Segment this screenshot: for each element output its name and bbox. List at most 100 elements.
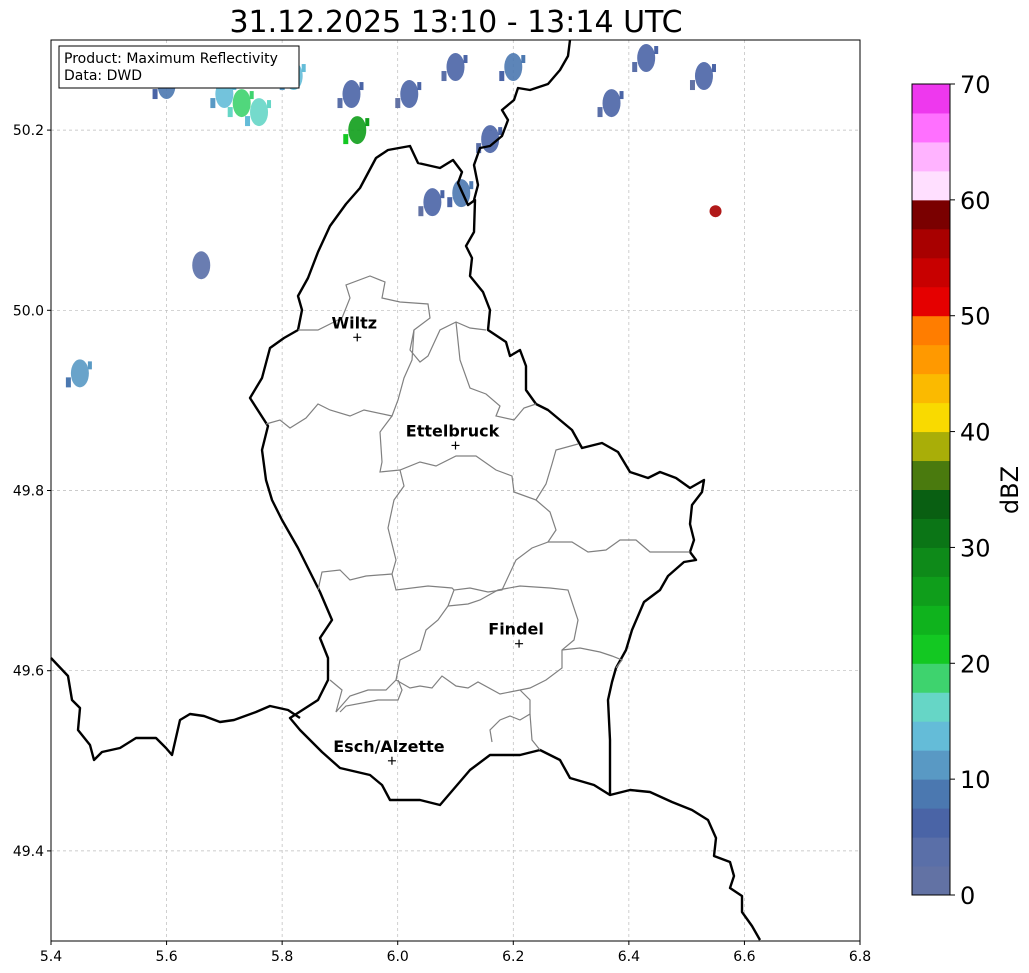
radar-echo-pixel: [499, 71, 505, 82]
radar-echo-cell: [70, 359, 89, 388]
colorbar-segment: [912, 315, 950, 346]
radar-echo-cell: [192, 251, 211, 280]
radar-echo-pixel: [417, 82, 422, 91]
radar-echo-pixel: [441, 71, 447, 82]
x-tick-label: 6.8: [849, 949, 871, 965]
y-tick-label: 49.6: [13, 664, 44, 680]
radar-map-figure: 31.12.2025 13:10 - 13:14 UTC Wiltz Ettelb…: [13, 5, 1024, 965]
colorbar-segment: [912, 547, 950, 577]
radar-echo-pixel: [87, 361, 92, 370]
colorbar-segment: [912, 402, 950, 433]
radar-echo-cell: [709, 205, 722, 218]
colorbar-segment: [912, 460, 950, 490]
city-label: Wiltz: [331, 313, 377, 332]
radar-echo-pixel: [463, 55, 468, 64]
colorbar-tick-label: 70: [960, 71, 991, 99]
radar-echo-pixel: [365, 118, 370, 127]
colorbar-segment: [912, 750, 950, 780]
colorbar-segment: [912, 721, 950, 751]
colorbar-segment: [912, 866, 950, 896]
colorbar-segment: [912, 431, 950, 462]
radar-echo-cell: [400, 80, 419, 109]
colorbar-segment: [912, 373, 950, 404]
radar-echo-pixel: [632, 62, 638, 73]
colorbar: 0 10 20 30 40 50 60 70: [911, 71, 991, 910]
y-tick-label: 49.8: [13, 484, 44, 500]
city-label: Ettelbruck: [406, 421, 500, 440]
colorbar-segment: [912, 779, 950, 809]
colorbar-segment: [912, 170, 950, 201]
colorbar-segment: [912, 489, 950, 519]
radar-echo-pixel: [711, 64, 716, 73]
radar-echo-cell: [348, 116, 367, 145]
colorbar-tick-label: 0: [960, 882, 975, 910]
colorbar-tick-label: 10: [960, 766, 991, 794]
colorbar-segment: [912, 112, 950, 143]
x-tick-label: 5.6: [155, 949, 177, 965]
colorbar-segment: [912, 808, 950, 838]
x-axis-ticks: 5.4 5.6 5.8 6.0 6.2 6.4 6.6 6.8: [40, 941, 871, 965]
radar-echo-pixel: [65, 377, 71, 388]
radar-echo-pixel: [689, 80, 695, 91]
radar-echo-cell: [423, 188, 442, 217]
radar-echo-pixel: [359, 82, 364, 91]
figure-title: 31.12.2025 13:10 - 13:14 UTC: [229, 5, 682, 40]
y-tick-label: 50.0: [13, 303, 44, 319]
colorbar-tick-label: 20: [960, 650, 991, 678]
radar-echo-cell: [232, 89, 251, 118]
radar-echo-pixel: [447, 197, 453, 208]
x-tick-label: 5.8: [271, 949, 293, 965]
radar-echo-pixel: [152, 89, 158, 100]
radar-echo-cell: [342, 80, 361, 109]
radar-echo-pixel: [343, 134, 349, 145]
colorbar-segment: [912, 605, 950, 635]
y-axis-ticks: 50.2 50.0 49.8 49.6 49.4: [13, 123, 51, 860]
radar-echo-pixel: [210, 98, 216, 109]
colorbar-tick-label: 60: [960, 187, 991, 215]
radar-echo-pixel: [249, 91, 254, 100]
x-tick-label: 6.6: [733, 949, 755, 965]
radar-echo-pixel: [301, 64, 306, 73]
colorbar-segment: [912, 634, 950, 664]
colorbar-segment: [912, 257, 950, 288]
radar-echo-pixel: [521, 55, 526, 64]
x-tick-label: 6.4: [618, 949, 640, 965]
info-data-source: Data: DWD: [64, 68, 142, 84]
info-product: Product: Maximum Reflectivity: [64, 51, 278, 67]
city-label: Findel: [488, 620, 544, 639]
x-tick-label: 6.0: [387, 949, 409, 965]
colorbar-tick-label: 50: [960, 303, 991, 331]
radar-echo-pixel: [469, 181, 474, 190]
colorbar-segment: [912, 84, 950, 114]
colorbar-segment: [912, 576, 950, 606]
radar-echo-pixel: [597, 107, 603, 118]
colorbar-segment: [912, 692, 950, 722]
radar-echo-pixel: [245, 116, 251, 127]
info-box: Product: Maximum Reflectivity Data: DWD: [58, 45, 300, 89]
colorbar-segment: [912, 344, 950, 375]
colorbar-label: dBZ: [996, 466, 1024, 514]
radar-echo-pixel: [654, 46, 659, 55]
radar-echo-pixel: [227, 107, 233, 118]
radar-echo-pixel: [619, 91, 624, 100]
colorbar-tick-label: 30: [960, 534, 991, 562]
radar-echo-pixel: [440, 190, 445, 199]
radar-echo-cell: [694, 62, 713, 91]
colorbar-segment: [912, 837, 950, 867]
radar-echo-cell: [250, 98, 269, 127]
radar-echo-pixel: [418, 206, 424, 217]
colorbar-segment: [912, 518, 950, 548]
radar-echo-cell: [602, 89, 621, 118]
radar-echo-pixel: [395, 98, 401, 109]
colorbar-tick-label: 40: [960, 419, 991, 447]
city-label: Esch/Alzette: [333, 737, 445, 756]
colorbar-segment: [912, 663, 950, 693]
x-tick-label: 6.2: [502, 949, 524, 965]
y-tick-label: 50.2: [13, 123, 44, 139]
y-tick-label: 49.4: [13, 844, 44, 860]
x-tick-label: 5.4: [40, 949, 62, 965]
colorbar-segment: [912, 228, 950, 259]
radar-echo-cell: [446, 53, 465, 82]
colorbar-segment: [912, 141, 950, 172]
radar-echo-cell: [637, 44, 656, 73]
